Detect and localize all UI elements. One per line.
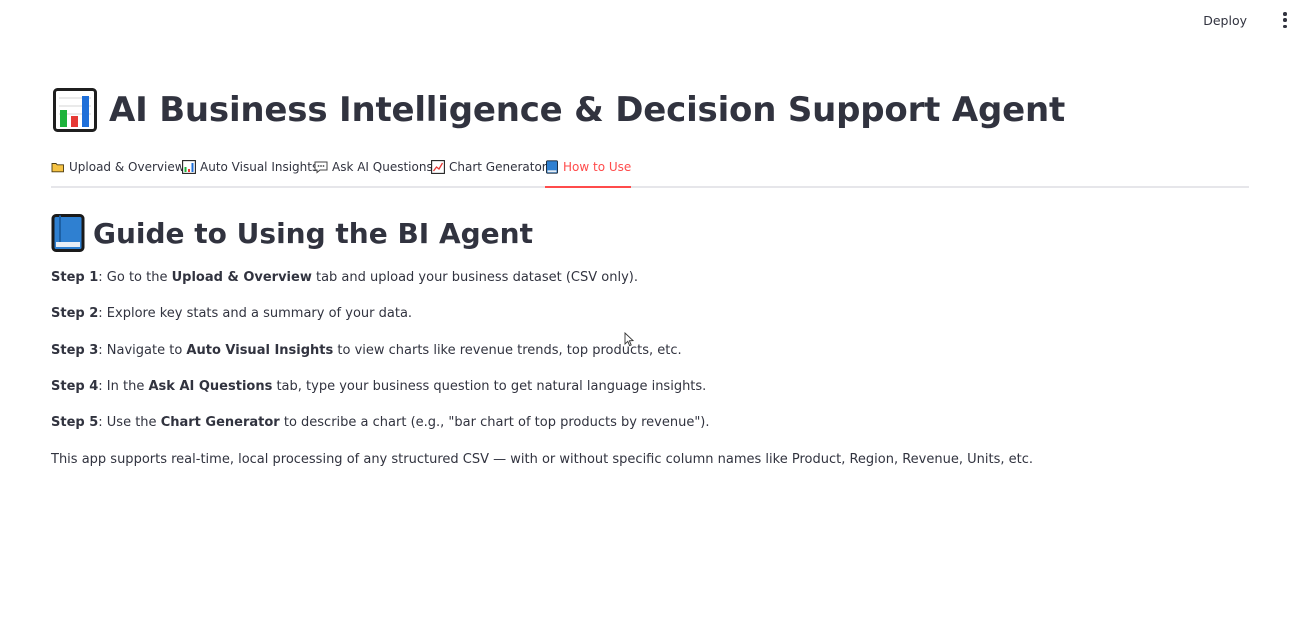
step-2: Step 2: Explore key stats and a summary …	[51, 304, 412, 324]
step-label: Step 5	[51, 415, 99, 430]
step-emphasis: Ask AI Questions	[148, 379, 273, 394]
top-toolbar: Deploy	[0, 0, 1309, 40]
step-label: Step 3	[51, 343, 99, 358]
step-text: tab and upload your business dataset (CS…	[311, 270, 638, 285]
mouse-cursor-icon	[624, 332, 634, 347]
step-3: Step 3: Navigate to Auto Visual Insights…	[51, 341, 682, 361]
folder-icon	[51, 163, 64, 173]
step-text: : In the	[98, 379, 149, 394]
step-label: Step 4	[51, 379, 99, 394]
line-chart-icon	[431, 160, 445, 174]
step-text: : Explore key stats and a summary of you…	[98, 306, 413, 321]
step-text: to describe a chart (e.g., "bar chart of…	[279, 415, 710, 430]
bar-chart-icon	[182, 160, 196, 174]
step-label: Step 1	[51, 270, 99, 285]
tab-auto-visual-insights[interactable]: Auto Visual Insights	[182, 154, 318, 186]
tab-label: Chart Generator	[449, 160, 547, 174]
page-header: AI Business Intelligence & Decision Supp…	[51, 88, 1065, 132]
step-text: : Use the	[98, 415, 161, 430]
speech-bubble-icon	[314, 161, 328, 174]
step-text: : Navigate to	[98, 343, 187, 358]
deploy-button[interactable]: Deploy	[1199, 11, 1251, 30]
step-emphasis: Chart Generator	[160, 415, 280, 430]
step-text: tab, type your business question to get …	[272, 379, 707, 394]
tab-bar: Upload & Overview Auto Visual Insights A…	[51, 154, 1249, 188]
step-emphasis: Auto Visual Insights	[186, 343, 334, 358]
blue-book-icon	[546, 160, 558, 174]
tab-how-to-use[interactable]: How to Use	[545, 154, 632, 188]
bar-chart-icon	[53, 88, 97, 132]
kebab-menu-icon[interactable]	[1281, 12, 1289, 28]
tab-label: Ask AI Questions	[332, 160, 433, 174]
tab-label: How to Use	[563, 160, 632, 174]
step-text: : Go to the	[98, 270, 172, 285]
tab-ask-ai-questions[interactable]: Ask AI Questions	[314, 154, 433, 186]
step-5: Step 5: Use the Chart Generator to descr…	[51, 413, 710, 433]
page-title: AI Business Intelligence & Decision Supp…	[109, 90, 1065, 130]
info-note: This app supports real-time, local proce…	[51, 452, 1033, 467]
step-1: Step 1: Go to the Upload & Overview tab …	[51, 268, 638, 288]
step-emphasis: Upload & Overview	[171, 270, 312, 285]
tab-upload-overview[interactable]: Upload & Overview	[51, 154, 185, 186]
step-label: Step 2	[51, 306, 99, 321]
blue-book-icon	[51, 214, 85, 252]
step-4: Step 4: In the Ask AI Questions tab, typ…	[51, 377, 706, 397]
tab-label: Upload & Overview	[69, 160, 185, 174]
guide-header: Guide to Using the BI Agent	[51, 214, 533, 252]
section-title: Guide to Using the BI Agent	[93, 216, 533, 250]
tab-label: Auto Visual Insights	[200, 160, 319, 174]
tab-chart-generator[interactable]: Chart Generator	[431, 154, 547, 186]
